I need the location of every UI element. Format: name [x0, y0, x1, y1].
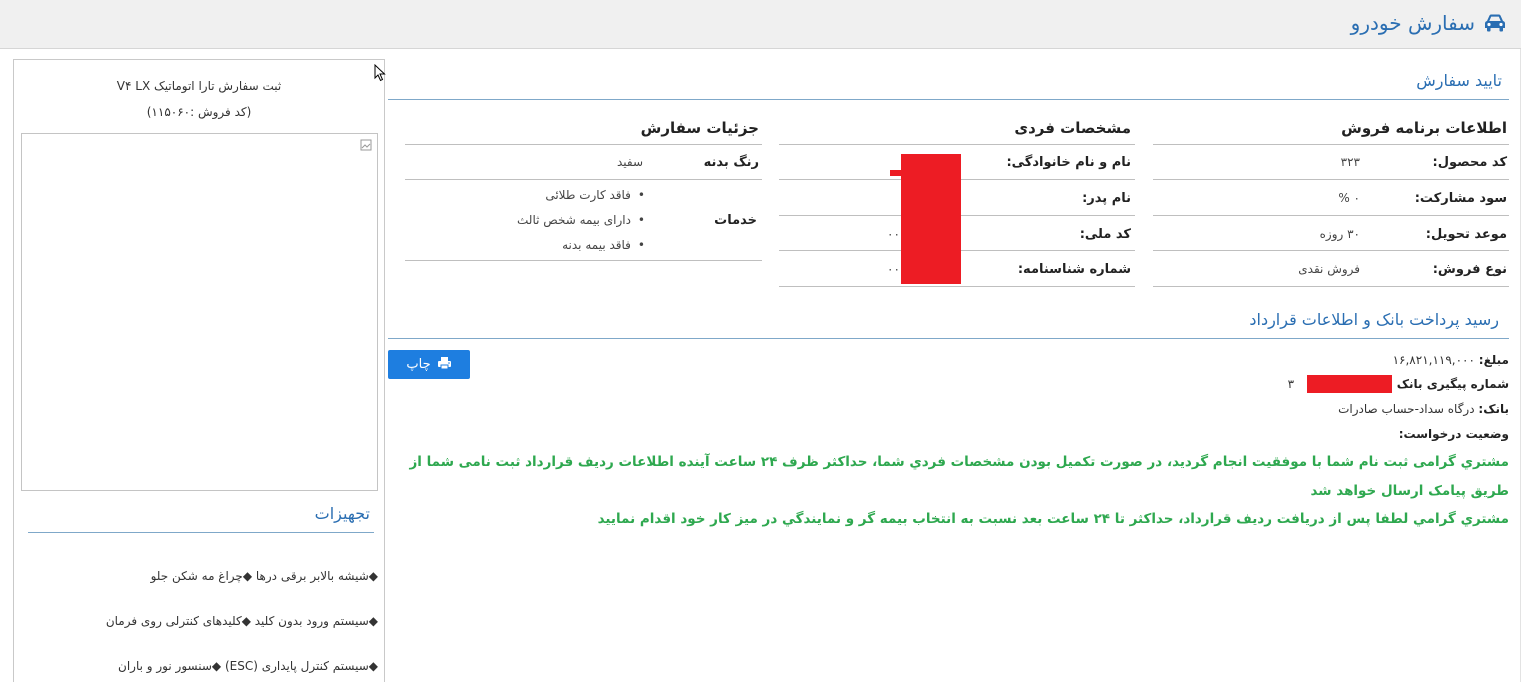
equipment-title: تجهیزات — [314, 504, 370, 523]
status-line: وضعیت درخواست: — [1399, 427, 1509, 441]
delivery-time-value: ۳۰ روزه — [1319, 227, 1360, 241]
bank-value: درگاه سداد-حساب صادرات — [1338, 402, 1475, 416]
row-divider — [1153, 250, 1509, 251]
top-bar: سفارش خودرو — [0, 0, 1521, 49]
tracking-value: ۳ — [1287, 377, 1295, 391]
row-divider — [405, 179, 762, 180]
printer-icon — [437, 356, 452, 374]
personal-info-header: مشخصات فردی — [1014, 119, 1131, 137]
birth-certificate-label: شماره شناسنامه: — [1017, 262, 1131, 277]
car-icon — [1483, 13, 1507, 33]
bank-label: بانک: — [1478, 402, 1509, 416]
confirm-section-divider — [388, 99, 1509, 100]
product-title: ثبت سفارش تارا اتوماتیک V۴ LX — [116, 79, 282, 93]
success-message: مشتري گرامی ثبت نام شما با موفقیت انجام … — [409, 454, 1509, 499]
service-item: فاقد کارت طلائی — [517, 183, 645, 208]
tracking-label: شماره پیگیری بانک : — [1387, 377, 1509, 391]
amount-line: مبلغ: ۱۶,۸۲۱,۱۱۹,۰۰۰ — [1393, 353, 1509, 367]
amount-label: مبلغ: — [1478, 353, 1509, 367]
receipt-section-title: رسید پرداخت بانک و اطلاعات قرارداد — [1249, 310, 1499, 329]
body-color-label: رنگ بدنه — [703, 155, 759, 170]
father-name-label: نام پدر: — [1082, 191, 1131, 206]
sale-type-value: فروش نقدی — [1298, 262, 1360, 276]
page-title-text: سفارش خودرو — [1350, 11, 1475, 35]
birth-certificate-value: ۰۰ — [887, 262, 900, 276]
national-id-label: کد ملی: — [1079, 227, 1131, 242]
participation-profit-label: سود مشارکت: — [1414, 191, 1507, 206]
status-label: وضعیت درخواست: — [1398, 427, 1509, 441]
bank-line: بانک: درگاه سداد-حساب صادرات — [1338, 402, 1509, 416]
service-item: دارای بیمه شخص ثالث — [517, 208, 645, 233]
row-divider — [1153, 179, 1509, 180]
print-button-label: چاپ — [406, 357, 431, 372]
row-divider — [779, 286, 1135, 287]
row-divider — [405, 260, 762, 261]
redaction-block — [890, 170, 904, 176]
delivery-time-label: موعد تحویل: — [1425, 227, 1507, 242]
amount-value: ۱۶,۸۲۱,۱۱۹,۰۰۰ — [1392, 353, 1475, 367]
order-details-header: جزئیات سفارش — [640, 119, 759, 137]
insurance-instruction-message: مشتري گرامي لطفا پس از دريافت رديف قرارد… — [597, 511, 1509, 527]
equipment-item: ◆سیستم ورود بدون کلید ◆کلیدهای کنترلی رو… — [105, 614, 378, 628]
equipment-item: ◆سیستم کنترل پایداری (ESC) ◆سنسور نور و … — [118, 659, 378, 673]
redaction-block — [1307, 375, 1392, 393]
page-title: سفارش خودرو — [1351, 11, 1507, 35]
services-list: فاقد کارت طلائی دارای بیمه شخص ثالث فاقد… — [517, 183, 645, 258]
redaction-block — [901, 154, 961, 284]
print-button[interactable]: چاپ — [388, 350, 470, 379]
equipment-item: ◆شیشه بالابر برقی درها ◆چراغ مه شکن جلو — [150, 569, 378, 583]
receipt-section-divider — [388, 338, 1509, 339]
product-sale-code: (کد فروش :۱۱۵۰۶۰) — [146, 105, 252, 119]
row-divider — [405, 144, 762, 145]
participation-profit-value: ۰ % — [1338, 191, 1360, 205]
body-color-value: سفید — [616, 155, 643, 169]
product-side-panel: ثبت سفارش تارا اتوماتیک V۴ LX (کد فروش :… — [13, 59, 385, 682]
confirm-section-title: تایید سفارش — [1416, 71, 1502, 90]
sales-program-header: اطلاعات برنامه فروش — [1341, 119, 1507, 137]
product-code-label: کد محصول: — [1432, 155, 1507, 170]
row-divider — [1153, 286, 1509, 287]
product-code-value: ۳۲۳ — [1340, 155, 1360, 169]
equipment-divider — [28, 532, 374, 533]
sale-type-label: نوع فروش: — [1432, 262, 1507, 277]
broken-image-icon — [360, 139, 372, 151]
row-divider — [1153, 144, 1509, 145]
row-divider — [1153, 215, 1509, 216]
service-item: فاقد بیمه بدنه — [517, 233, 645, 258]
mouse-cursor-icon — [374, 63, 386, 86]
services-label: خدمات — [714, 213, 757, 228]
full-name-label: نام و نام خانوادگی: — [1006, 155, 1131, 170]
product-image — [21, 133, 378, 491]
national-id-value: ۰۰ — [887, 227, 900, 241]
row-divider — [779, 144, 1135, 145]
